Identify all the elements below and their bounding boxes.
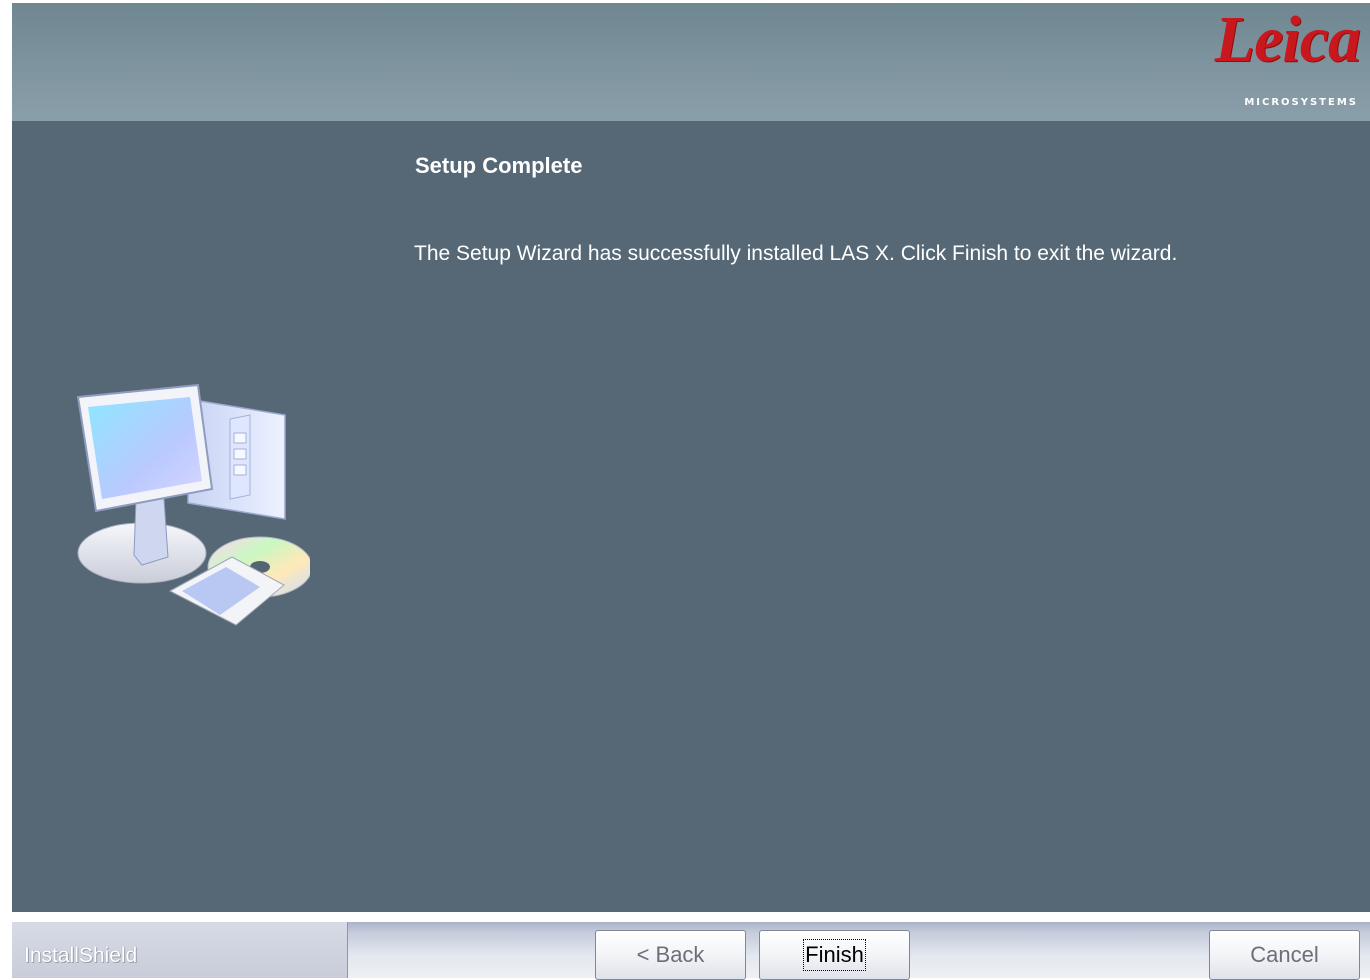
- completion-message: The Setup Wizard has successfully instal…: [414, 242, 1178, 265]
- logo-subtitle: MICROSYSTEMS: [1244, 97, 1358, 108]
- back-button[interactable]: < Back: [595, 930, 746, 980]
- wizard-content: Setup Complete The Setup Wizard has succ…: [12, 121, 1370, 912]
- wizard-footer: InstallShield < Back Finish Cancel: [12, 912, 1370, 980]
- logo-wordmark: Leica: [1214, 3, 1361, 76]
- footer-button-area: < Back Finish Cancel: [347, 922, 1370, 980]
- leica-logo: Leica MICROSYSTEMS: [1204, 3, 1364, 121]
- footer-brand-area: InstallShield: [12, 922, 347, 978]
- finish-button[interactable]: Finish: [759, 930, 910, 980]
- finish-button-label: Finish: [803, 939, 866, 971]
- cancel-button[interactable]: Cancel: [1209, 930, 1360, 980]
- back-button-label: < Back: [636, 942, 705, 967]
- computer-install-icon: [76, 383, 310, 626]
- installshield-brand: InstallShield: [24, 944, 138, 967]
- wizard-header: Leica MICROSYSTEMS: [12, 3, 1370, 121]
- page-title: Setup Complete: [415, 153, 583, 178]
- cancel-button-label: Cancel: [1250, 942, 1319, 967]
- setup-wizard-window: Leica MICROSYSTEMS Setup Complete The Se…: [0, 0, 1370, 980]
